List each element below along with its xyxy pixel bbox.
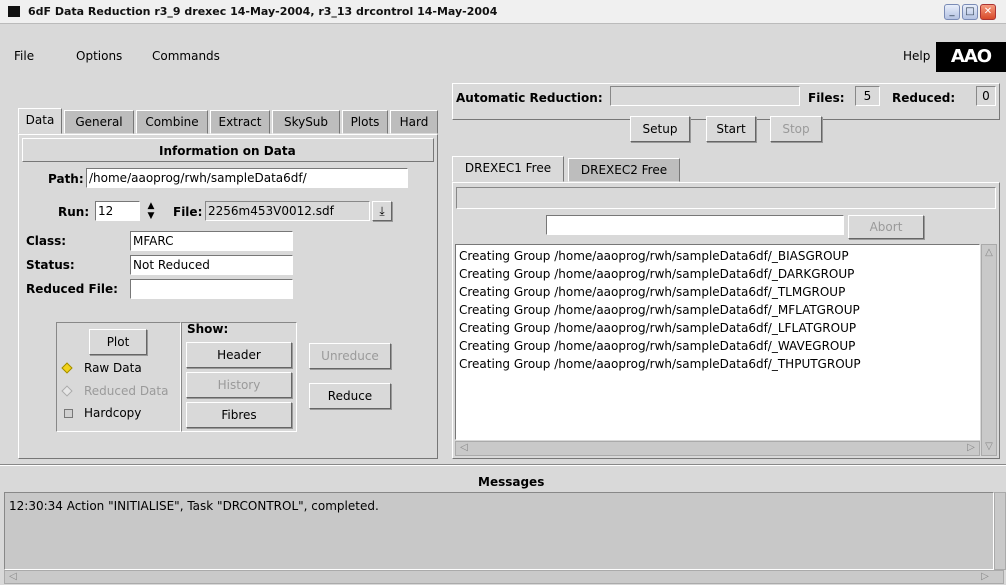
- reduced-count: 0: [976, 86, 996, 106]
- run-field[interactable]: 12: [95, 201, 140, 221]
- auto-reduction-field: [610, 86, 800, 106]
- status-field[interactable]: Not Reduced: [130, 255, 293, 275]
- run-label: Run:: [58, 205, 90, 219]
- fibres-button[interactable]: Fibres: [186, 402, 292, 428]
- title-bar: 6dF Data Reduction r3_9 drexec 14-May-20…: [0, 0, 1006, 24]
- arrow-left-icon[interactable]: ◁: [6, 570, 20, 584]
- abort-button[interactable]: Abort: [848, 215, 924, 239]
- reduced-label: Reduced:: [892, 91, 956, 105]
- tab-drexec1[interactable]: DREXEC1 Free: [452, 156, 564, 182]
- menu-file[interactable]: File: [14, 49, 34, 63]
- minimize-icon[interactable]: _: [944, 4, 960, 20]
- log-horizontal-scrollbar[interactable]: [455, 441, 980, 456]
- class-field[interactable]: MFARC: [130, 231, 293, 251]
- files-label: Files:: [808, 91, 845, 105]
- arrow-up-icon[interactable]: △: [982, 246, 996, 260]
- messages-heading: Messages: [478, 475, 545, 489]
- plot-button[interactable]: Plot: [89, 329, 147, 355]
- unreduce-button[interactable]: Unreduce: [309, 343, 391, 369]
- reduced-file-label: Reduced File:: [26, 282, 118, 296]
- arrow-right-icon[interactable]: ▷: [964, 441, 978, 455]
- maximize-icon[interactable]: □: [962, 4, 978, 20]
- tab-drexec2[interactable]: DREXEC2 Free: [568, 158, 680, 182]
- tab-extract[interactable]: Extract: [210, 110, 270, 134]
- aao-logo: AAO: [936, 42, 1006, 72]
- setup-button[interactable]: Setup: [630, 116, 690, 142]
- menu-bar: [0, 24, 1006, 72]
- log-line: Creating Group /home/aaoprog/rwh/sampleD…: [459, 249, 849, 263]
- reduced-file-field[interactable]: [130, 279, 293, 299]
- tab-combine[interactable]: Combine: [136, 110, 208, 134]
- divider: [0, 464, 1006, 466]
- log-line: Creating Group /home/aaoprog/rwh/sampleD…: [459, 321, 857, 335]
- arrow-down-icon[interactable]: ▽: [982, 440, 996, 454]
- history-button[interactable]: History: [186, 372, 292, 398]
- reduced-data-label: Reduced Data: [84, 384, 169, 398]
- spinner-icon[interactable]: ▲ ▼: [144, 201, 158, 221]
- files-count: 5: [855, 86, 880, 106]
- window-title: 6dF Data Reduction r3_9 drexec 14-May-20…: [28, 5, 498, 18]
- log-line: Creating Group /home/aaoprog/rwh/sampleD…: [459, 303, 860, 317]
- log-line: Creating Group /home/aaoprog/rwh/sampleD…: [459, 285, 846, 299]
- info-heading: Information on Data: [159, 144, 296, 158]
- messages-vertical-scrollbar[interactable]: [994, 492, 1006, 570]
- stop-button[interactable]: Stop: [770, 116, 822, 142]
- message-line: 12:30:34 Action "INITIALISE", Task "DRCO…: [9, 499, 379, 513]
- file-label: File:: [173, 205, 203, 219]
- class-label: Class:: [26, 234, 67, 248]
- tab-data[interactable]: Data: [18, 108, 62, 134]
- menu-commands[interactable]: Commands: [152, 49, 220, 63]
- download-arrow-icon[interactable]: ⤓: [372, 201, 392, 221]
- tab-hard[interactable]: Hard: [390, 110, 438, 134]
- header-button[interactable]: Header: [186, 342, 292, 368]
- reduce-button[interactable]: Reduce: [309, 383, 391, 409]
- tab-general[interactable]: General: [64, 110, 134, 134]
- log-vertical-scrollbar[interactable]: [981, 244, 997, 456]
- log-line: Creating Group /home/aaoprog/rwh/sampleD…: [459, 267, 855, 281]
- show-label: Show:: [187, 322, 229, 336]
- tab-skysub[interactable]: SkySub: [272, 110, 340, 134]
- file-field[interactable]: 2256m453V0012.sdf: [205, 201, 370, 221]
- arrow-right-icon[interactable]: ▷: [978, 570, 992, 584]
- auto-reduction-label: Automatic Reduction:: [456, 91, 603, 105]
- menu-help[interactable]: Help: [903, 49, 930, 63]
- tab-plots[interactable]: Plots: [342, 110, 388, 134]
- log-line: Creating Group /home/aaoprog/rwh/sampleD…: [459, 357, 861, 371]
- exec-status-bar: [456, 187, 996, 209]
- command-field[interactable]: [546, 215, 844, 235]
- arrow-left-icon[interactable]: ◁: [457, 441, 471, 455]
- start-button[interactable]: Start: [706, 116, 756, 142]
- path-field[interactable]: /home/aaoprog/rwh/sampleData6df/: [86, 168, 408, 188]
- hardcopy-label: Hardcopy: [84, 406, 142, 420]
- log-line: Creating Group /home/aaoprog/rwh/sampleD…: [459, 339, 856, 353]
- hardcopy-checkbox[interactable]: [64, 409, 73, 418]
- raw-data-label: Raw Data: [84, 361, 142, 375]
- app-icon: [8, 6, 20, 17]
- path-label: Path:: [48, 172, 84, 186]
- menu-options[interactable]: Options: [76, 49, 122, 63]
- status-label: Status:: [26, 258, 75, 272]
- close-icon[interactable]: ✕: [980, 4, 996, 20]
- messages-horizontal-scrollbar[interactable]: [4, 570, 1004, 584]
